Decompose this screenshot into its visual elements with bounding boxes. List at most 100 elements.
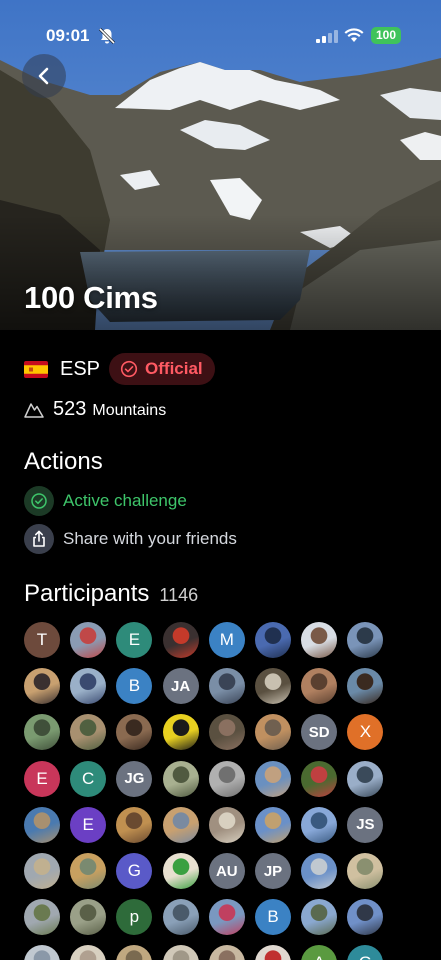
spain-flag-icon: [24, 360, 48, 378]
back-button[interactable]: [22, 54, 66, 98]
avatar-photo: [347, 622, 384, 658]
participant-avatar[interactable]: T: [24, 622, 60, 658]
participant-avatar[interactable]: [24, 899, 60, 936]
avatar-photo: [347, 853, 384, 889]
participant-avatar[interactable]: [347, 899, 384, 936]
participant-avatar[interactable]: [24, 714, 60, 751]
participant-avatar[interactable]: [70, 899, 107, 936]
participant-avatar[interactable]: SD: [301, 714, 338, 751]
participant-avatar[interactable]: [116, 714, 153, 751]
avatar-photo: [208, 760, 245, 797]
participant-avatar[interactable]: [24, 945, 60, 960]
mountain-label: Mountains: [92, 402, 167, 419]
participant-avatar[interactable]: [255, 622, 291, 658]
participant-avatar[interactable]: [208, 714, 245, 751]
participant-avatar[interactable]: [255, 668, 291, 705]
participant-avatar[interactable]: X: [347, 714, 384, 751]
participant-avatar[interactable]: [255, 945, 291, 960]
participants-heading: Participants: [24, 580, 150, 607]
avatar-photo: [347, 760, 384, 797]
participant-avatar[interactable]: [301, 622, 338, 658]
participant-avatar[interactable]: A: [301, 945, 338, 960]
participant-avatar[interactable]: [116, 806, 153, 843]
participant-avatar[interactable]: [208, 945, 245, 960]
avatar-photo: [255, 622, 291, 658]
wifi-icon: [344, 28, 364, 42]
participant-avatar[interactable]: [347, 853, 384, 889]
participant-avatar[interactable]: B: [116, 668, 153, 705]
avatar-photo: [301, 853, 338, 889]
participants-count: 1146: [159, 585, 199, 605]
badge-label: Official: [145, 359, 203, 378]
participant-avatar[interactable]: p: [116, 899, 153, 936]
participant-avatar[interactable]: [116, 945, 153, 960]
participant-avatar[interactable]: [162, 853, 199, 889]
participant-avatar[interactable]: [162, 899, 199, 936]
participant-avatar[interactable]: [208, 760, 245, 797]
participant-avatar[interactable]: [255, 714, 291, 751]
actions-heading: Actions: [24, 448, 103, 475]
participant-avatar[interactable]: JA: [162, 668, 199, 705]
avatar-photo: [24, 806, 60, 843]
avatar-photo: [24, 668, 60, 705]
participant-avatar[interactable]: [347, 760, 384, 797]
avatar-photo: [162, 899, 199, 936]
participant-avatar[interactable]: [162, 806, 199, 843]
participant-avatar[interactable]: [301, 806, 338, 843]
participant-avatar[interactable]: [70, 668, 107, 705]
avatar-photo: [208, 668, 245, 705]
avatar-photo: [24, 945, 60, 960]
participant-avatar[interactable]: M: [208, 622, 245, 658]
participant-avatar[interactable]: [70, 853, 107, 889]
participant-avatar[interactable]: [24, 853, 60, 889]
participant-avatar[interactable]: [162, 714, 199, 751]
avatar-photo: [162, 945, 199, 960]
participant-avatar[interactable]: [208, 899, 245, 936]
avatar-photo: [70, 622, 107, 658]
avatar-photo: [208, 714, 245, 751]
avatar-photo: [24, 899, 60, 936]
participant-avatar[interactable]: C: [70, 760, 107, 797]
participant-avatar[interactable]: E: [116, 622, 153, 658]
participant-avatar[interactable]: G: [347, 945, 384, 960]
participant-avatar[interactable]: [208, 668, 245, 705]
cellular-signal-icon: [316, 30, 338, 43]
participant-avatar[interactable]: [162, 760, 199, 797]
participant-avatar[interactable]: JS: [347, 806, 384, 843]
participant-avatar[interactable]: [24, 806, 60, 843]
challenge-meta: ESP Official: [24, 353, 215, 385]
participant-avatar[interactable]: [208, 806, 245, 843]
participant-avatar[interactable]: JP: [255, 853, 291, 889]
avatar-photo: [347, 668, 384, 705]
participant-avatar[interactable]: [24, 668, 60, 705]
participant-avatar[interactable]: E: [70, 806, 107, 843]
participant-avatar[interactable]: [162, 945, 199, 960]
avatar-photo: [255, 806, 291, 843]
participant-avatar[interactable]: [162, 622, 199, 658]
participant-avatar[interactable]: AU: [208, 853, 245, 889]
active-check-icon: [24, 486, 54, 516]
participant-avatar[interactable]: [347, 622, 384, 658]
participant-avatar[interactable]: JG: [116, 760, 153, 797]
participant-avatar[interactable]: [70, 714, 107, 751]
avatar-photo: [162, 853, 199, 889]
participant-avatar[interactable]: E: [24, 760, 60, 797]
participant-avatar[interactable]: B: [255, 899, 291, 936]
participant-avatar[interactable]: [70, 945, 107, 960]
avatar-photo: [301, 668, 338, 705]
participant-avatar[interactable]: [347, 668, 384, 705]
avatar-photo: [347, 899, 384, 936]
participant-avatar[interactable]: [255, 760, 291, 797]
participant-avatar[interactable]: G: [116, 853, 153, 889]
participant-avatar[interactable]: [301, 760, 338, 797]
avatar-photo: [162, 806, 199, 843]
participant-avatar[interactable]: [255, 806, 291, 843]
participant-avatar[interactable]: [70, 622, 107, 658]
avatar-photo: [70, 853, 107, 889]
avatar-photo: [162, 760, 199, 797]
participant-avatar[interactable]: [301, 853, 338, 889]
active-challenge-action[interactable]: Active challenge: [24, 486, 187, 516]
share-action[interactable]: Share with your friends: [24, 524, 237, 554]
participant-avatar[interactable]: [301, 899, 338, 936]
participant-avatar[interactable]: [301, 668, 338, 705]
